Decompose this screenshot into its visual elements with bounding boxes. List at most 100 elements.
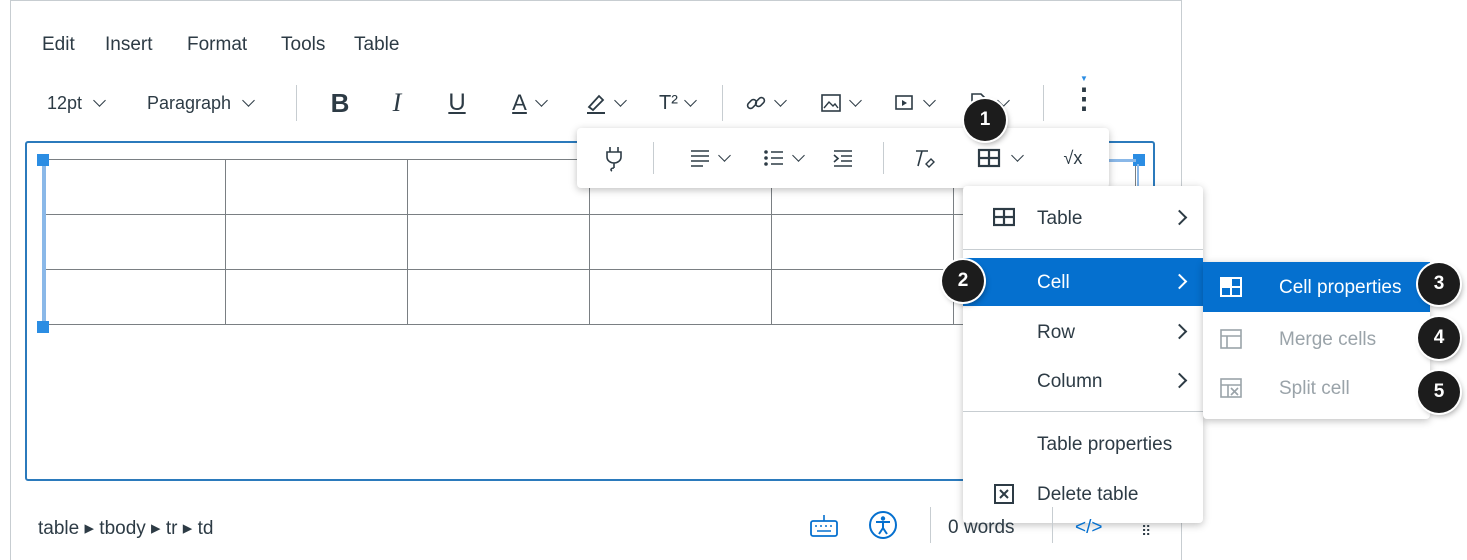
table-cell[interactable] [225,269,408,325]
resize-handle-top-left[interactable] [37,154,49,166]
menu-item-table[interactable]: Table [963,194,1203,242]
table-cell[interactable] [43,159,226,215]
table-cell[interactable] [407,269,590,325]
resize-grip-icon[interactable]: ⠿ [1141,523,1152,540]
table-menu-button[interactable] [967,142,1031,174]
table-cell[interactable] [589,214,772,270]
align-button[interactable] [679,142,737,174]
cell-submenu: Cell properties Merge cells Split cell [1203,262,1430,419]
html-editor-toggle[interactable]: </> [1075,517,1102,539]
underline-icon: U [448,89,466,116]
table-cell[interactable] [43,214,226,270]
equation-button[interactable]: √x [1053,142,1093,174]
table-icon [993,207,1015,227]
clear-formatting-button[interactable] [907,142,939,174]
callout-badge-2: 2 [942,260,984,302]
superscript-icon: T² [659,91,678,114]
delete-table-icon [994,484,1014,504]
highlighter-icon [586,94,605,114]
plug-icon [606,147,622,172]
link-button[interactable] [735,86,793,120]
bullet-list-icon [763,150,783,166]
chevron-down-icon [241,94,255,107]
underline-button[interactable]: U [442,86,472,120]
table-icon [977,148,1000,168]
highlight-color-button[interactable] [575,86,633,120]
keyboard-shortcuts-button[interactable] [806,509,842,541]
text-color-button[interactable]: A [500,86,558,120]
menu-insert[interactable]: Insert [105,34,153,56]
menu-item-cell[interactable]: Cell [963,258,1203,306]
chevron-down-icon [773,93,787,107]
chevron-right-icon [1171,372,1188,389]
submenu-item-label: Split cell [1279,378,1350,399]
element-path[interactable]: table ▸ tbody ▸ tr ▸ td [38,517,213,540]
merge-cells-icon [1220,329,1242,349]
indent-button[interactable] [827,142,859,174]
split-cell-icon [1220,378,1242,398]
font-size-select[interactable]: 12pt [47,93,106,114]
menu-item-label: Table [1037,208,1083,229]
chevron-down-icon [848,93,862,107]
math-icon: √x [1063,147,1083,168]
chevron-down-icon [1010,148,1024,162]
callout-badge-3: 3 [1418,263,1460,305]
superscript-button[interactable]: T² [648,86,706,120]
media-icon [894,95,913,110]
more-button[interactable]: ▼ ⋮ [1070,70,1098,120]
accessibility-checker-button[interactable] [866,508,900,542]
menu-format[interactable]: Format [187,34,247,56]
media-button[interactable] [884,86,942,120]
table-cell[interactable] [771,269,954,325]
submenu-item-label: Merge cells [1279,329,1377,350]
cell-properties-icon [1220,277,1242,297]
menu-item-column[interactable]: Column [963,357,1203,405]
callout-badge-4: 4 [1418,317,1460,359]
caret-down-icon: ▼ [1080,74,1088,83]
chevron-down-icon [922,93,936,107]
word-count: 0 words [948,517,1015,538]
menu-edit[interactable]: Edit [42,34,75,56]
menu-item-row[interactable]: Row [963,308,1203,356]
menu-table[interactable]: Table [354,34,399,56]
italic-icon: I [392,88,402,117]
menu-divider [963,249,1203,250]
image-button[interactable] [810,86,868,120]
submenu-item-cell-properties[interactable]: Cell properties [1203,262,1430,312]
clear-formatting-icon [916,150,935,168]
menu-item-label: Table properties [1037,434,1173,455]
submenu-item-label: Cell properties [1279,277,1402,298]
table-cell[interactable] [225,214,408,270]
plugin-button[interactable] [599,142,631,174]
table-cell[interactable] [43,269,226,325]
table-selection-outline [1106,159,1136,162]
bold-button[interactable]: B [325,86,355,120]
table-cell[interactable] [407,214,590,270]
menu-item-label: Column [1037,371,1103,392]
italic-button[interactable]: I [382,86,412,120]
callout-badge-1: 1 [964,99,1006,141]
table-cell[interactable] [225,159,408,215]
bold-icon: B [330,87,350,118]
menu-tools[interactable]: Tools [281,34,325,56]
table-selection-outline [42,160,46,326]
submenu-item-merge-cells[interactable]: Merge cells [1203,314,1430,364]
list-button[interactable] [753,142,811,174]
chevron-down-icon [92,94,106,107]
more-vertical-icon: ⋮ [1070,83,1098,114]
statusbar-divider [930,507,931,543]
font-size-value: 12pt [47,93,83,113]
table-dropdown-menu: Table Cell Row Column Table properties D… [963,186,1203,523]
resize-handle-bottom-left[interactable] [37,321,49,333]
chevron-down-icon [613,93,627,107]
accessibility-icon [869,511,897,539]
table-cell[interactable] [771,214,954,270]
table-cell[interactable] [589,269,772,325]
submenu-item-split-cell[interactable]: Split cell [1203,363,1430,413]
menu-item-label: Row [1037,322,1076,343]
table-cell[interactable] [407,159,590,215]
block-format-select[interactable]: Paragraph [147,93,255,114]
chevron-right-icon [1171,273,1188,290]
menu-item-delete-table[interactable]: Delete table [963,470,1203,518]
menu-item-table-properties[interactable]: Table properties [963,420,1203,468]
